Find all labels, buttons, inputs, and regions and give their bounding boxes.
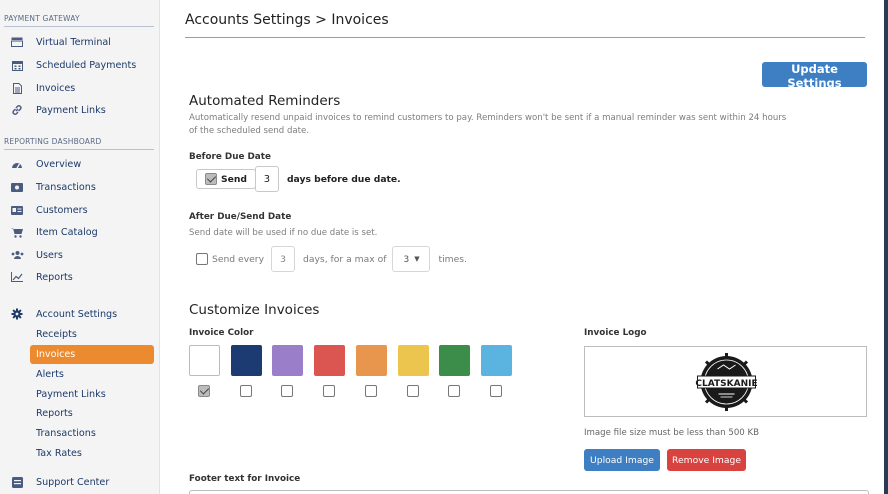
- sidebar-item-label: Virtual Terminal: [36, 36, 111, 48]
- caret-down-icon: ▼: [414, 255, 420, 263]
- subnav-tax-rates[interactable]: Tax Rates: [30, 444, 154, 463]
- sidebar-heading-payment-gateway: PAYMENT GATEWAY: [4, 14, 154, 27]
- before-due-row: Send 3 days before due date.: [196, 166, 401, 192]
- update-settings-button[interactable]: Update Settings: [762, 62, 867, 90]
- section-heading-reminders: Automated Reminders: [189, 93, 341, 109]
- card-icon: [10, 181, 24, 193]
- sidebar-item-label: Transactions: [36, 181, 96, 193]
- gauge-icon: [10, 158, 24, 170]
- sidebar-item-label: Scheduled Payments: [36, 59, 137, 71]
- terminal-icon: [10, 36, 24, 48]
- color-checkbox-orange[interactable]: [365, 385, 377, 397]
- sidebar-item-label: Reports: [36, 271, 73, 283]
- color-swatch-orange[interactable]: [356, 345, 387, 376]
- sidebar-item-label: Support Center: [36, 476, 110, 488]
- color-checkbox-red[interactable]: [323, 385, 335, 397]
- logo-image: CLATSKANIE: [695, 353, 758, 411]
- footer-text-label: Footer text for Invoice: [189, 474, 301, 484]
- color-swatch-green[interactable]: [439, 345, 470, 376]
- users-icon: [10, 249, 24, 261]
- reminders-description: Automatically resend unpaid invoices to …: [189, 113, 787, 136]
- sidebar-item-overview[interactable]: Overview: [0, 154, 160, 174]
- after-due-hint: Send date will be used if no due date is…: [189, 228, 378, 238]
- before-due-toggle[interactable]: Send: [196, 169, 256, 189]
- color-swatch-navy[interactable]: [231, 345, 262, 376]
- link-icon: [10, 104, 24, 116]
- chart-icon: [10, 271, 24, 283]
- logo-size-hint: Image file size must be less than 500 KB: [584, 428, 760, 438]
- color-swatch-sky[interactable]: [481, 345, 512, 376]
- sidebar-item-item-catalog[interactable]: Item Catalog: [0, 222, 160, 242]
- after-send-label: Send every: [212, 253, 265, 265]
- after-due-label: After Due/Send Date: [189, 212, 292, 222]
- page-title: Accounts Settings > Invoices: [185, 12, 389, 28]
- before-days-suffix: days before due date.: [286, 173, 401, 185]
- sidebar-item-support-center[interactable]: Support Center: [0, 472, 160, 492]
- subnav-transactions[interactable]: Transactions: [30, 424, 154, 443]
- sidebar-item-reports[interactable]: Reports: [0, 267, 160, 287]
- before-send-label: Send: [221, 173, 247, 185]
- sidebar-item-label: Users: [36, 249, 63, 261]
- sidebar-item-invoices[interactable]: Invoices: [0, 78, 160, 98]
- sidebar-item-label: Invoices: [36, 82, 76, 94]
- color-swatch-purple[interactable]: [272, 345, 303, 376]
- color-checkbox-white[interactable]: [198, 385, 210, 397]
- logo-text: CLATSKANIE: [695, 379, 757, 389]
- color-checkbox-sky[interactable]: [490, 385, 502, 397]
- subnav-reports[interactable]: Reports: [30, 404, 154, 423]
- before-due-checkbox[interactable]: [205, 173, 217, 185]
- before-due-label: Before Due Date: [189, 152, 271, 162]
- max-times-value: 3: [403, 253, 410, 265]
- support-icon: [10, 476, 24, 488]
- sidebar-item-label: Customers: [36, 204, 88, 216]
- sidebar-item-virtual-terminal[interactable]: Virtual Terminal: [0, 32, 160, 52]
- invoice-color-label: Invoice Color: [189, 328, 254, 338]
- subnav-invoices[interactable]: Invoices: [30, 345, 154, 364]
- gear-icon: [10, 308, 24, 320]
- calendar-icon: [10, 59, 24, 71]
- sidebar-item-label: Overview: [36, 158, 82, 170]
- section-heading-customize: Customize Invoices: [189, 302, 320, 318]
- upload-image-button[interactable]: Upload Image: [584, 449, 660, 471]
- remove-image-button[interactable]: Remove Image: [667, 449, 746, 471]
- color-checkbox-navy[interactable]: [240, 385, 252, 397]
- subnav-alerts[interactable]: Alerts: [30, 365, 154, 384]
- scrollbar[interactable]: [884, 0, 888, 494]
- sidebar-item-transactions[interactable]: Transactions: [0, 177, 160, 197]
- color-checkbox-yellow[interactable]: [407, 385, 419, 397]
- id-card-icon: [10, 204, 24, 216]
- invoice-logo-label: Invoice Logo: [584, 328, 647, 338]
- subnav-receipts[interactable]: Receipts: [30, 325, 154, 344]
- title-divider: [185, 37, 865, 38]
- sidebar-item-scheduled-payments[interactable]: Scheduled Payments: [0, 55, 160, 75]
- sidebar-item-label: Account Settings: [36, 308, 118, 320]
- sidebar-item-payment-links[interactable]: Payment Links: [0, 100, 160, 120]
- sidebar: PAYMENT GATEWAY Virtual Terminal Schedul…: [0, 0, 160, 494]
- before-days-input[interactable]: 3: [254, 166, 279, 192]
- color-swatch-white[interactable]: [189, 345, 220, 376]
- sidebar-item-users[interactable]: Users: [0, 245, 160, 265]
- sidebar-item-label: Payment Links: [36, 104, 106, 116]
- sidebar-item-label: Item Catalog: [36, 226, 98, 238]
- after-due-row: Send every 3 days, for a max of 3 ▼ time…: [196, 246, 467, 272]
- cart-icon: [10, 226, 24, 238]
- footer-text-input[interactable]: [189, 490, 869, 494]
- color-swatch-yellow[interactable]: [398, 345, 429, 376]
- after-times-suffix: times.: [438, 253, 467, 265]
- subnav-payment-links[interactable]: Payment Links: [30, 385, 154, 404]
- sidebar-heading-reporting-dashboard: REPORTING DASHBOARD: [4, 137, 154, 150]
- main-content: Accounts Settings > Invoices Update Sett…: [160, 0, 888, 494]
- sidebar-item-account-settings[interactable]: Account Settings: [0, 304, 160, 324]
- invoice-logo-preview: CLATSKANIE: [584, 346, 867, 417]
- after-due-checkbox[interactable]: [196, 253, 208, 265]
- document-icon: [10, 82, 24, 94]
- color-swatch-red[interactable]: [314, 345, 345, 376]
- color-checkbox-green[interactable]: [448, 385, 460, 397]
- color-checkbox-purple[interactable]: [281, 385, 293, 397]
- after-days-input[interactable]: 3: [271, 246, 296, 272]
- after-days-middle: days, for a max of: [303, 253, 387, 265]
- max-times-select[interactable]: 3 ▼: [392, 246, 431, 272]
- sidebar-item-customers[interactable]: Customers: [0, 200, 160, 220]
